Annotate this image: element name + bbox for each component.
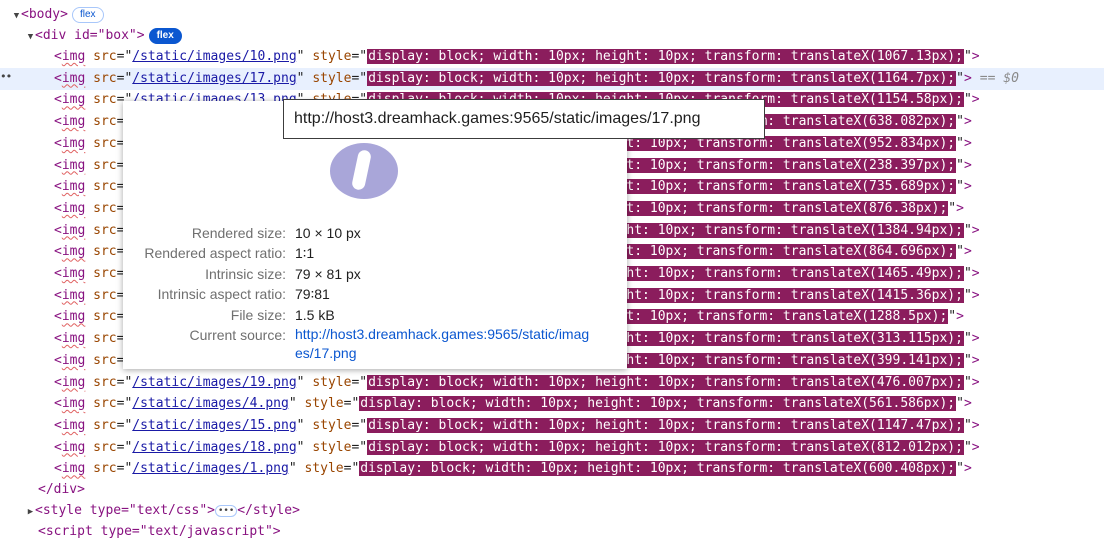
img-src-link[interactable]: /static/images/19.png [132,375,296,390]
selected-marker: == $0 [979,70,1019,86]
img-node[interactable]: <img src="/static/images/15.png" style="… [54,415,980,437]
img-node[interactable]: <img src="/static/images/4.png" style="d… [54,393,972,415]
preview-row: Intrinsic size: 79 × 81 px [205,266,361,282]
style-node[interactable]: ▶ <style type="text/css"> ••• </style> [26,500,300,522]
style-close-tag: </style> [237,503,300,518]
div-close-node[interactable]: </div> [38,479,85,501]
img-node[interactable]: <img src="/static/images/19.png" style="… [54,372,980,394]
collapse-triangle-icon[interactable]: ▶ [26,502,35,524]
url-tooltip: http://host3.dreamhack.games:9565/static… [283,99,765,139]
img-src-link[interactable]: /static/images/18.png [132,440,296,455]
style-tag: <style type="text/css"> [35,503,216,518]
expand-triangle-icon[interactable]: ▼ [26,27,35,49]
current-source-link[interactable]: http://host3.dreamhack.games:9565/static… [295,325,595,363]
script-tag: <script type="text/javascript"> [38,524,281,539]
node-menu-dots-icon[interactable]: •• [0,70,12,83]
img-node[interactable]: <img src="/static/images/1.png" style="d… [54,458,972,480]
preview-row: Rendered aspect ratio: 1∶1 [144,245,315,261]
img-src-link[interactable]: /static/images/17.png [132,71,296,86]
img-src-link[interactable]: /static/images/10.png [132,49,296,64]
inline-style-value[interactable]: display: block; width: 10px; height: 10p… [367,374,964,390]
div-close-tag: </div> [38,482,85,497]
img-src-link[interactable]: /static/images/4.png [132,396,289,411]
body-tag: <body> [21,7,68,22]
div-box-node[interactable]: ▼ <div id="box"> flex [26,25,182,47]
div-tag: <div id="box"> [35,28,145,43]
inline-style-value[interactable]: display: block; width: 10px; height: 10p… [359,461,957,477]
body-node[interactable]: ▼ <body> flex [12,4,104,26]
img-node[interactable]: <img src="/static/images/17.png" style="… [54,68,1019,90]
inline-style-value[interactable]: display: block; width: 10px; height: 10p… [367,49,964,64]
img-node[interactable]: <img src="/static/images/10.png" style="… [54,46,980,68]
img-node[interactable]: <img src="/static/images/18.png" style="… [54,437,980,459]
img-src-link[interactable]: /static/images/15.png [132,418,296,433]
flex-badge-active[interactable]: flex [148,28,182,44]
preview-source-row: Current source: http://host3.dreamhack.g… [123,325,627,361]
flex-badge[interactable]: flex [71,7,104,23]
image-preview-popup: Rendered size: 10 × 10 px Rendered aspec… [123,101,627,369]
expand-triangle-icon[interactable]: ▼ [12,6,21,28]
preview-row: Rendered size: 10 × 10 px [191,225,361,241]
image-thumbnail [330,143,398,199]
script-node[interactable]: <script type="text/javascript"> [38,521,281,543]
inline-style-value[interactable]: display: block; width: 10px; height: 10p… [359,396,957,412]
preview-row: File size: 1.5 kB [230,307,335,323]
preview-row: Intrinsic aspect ratio: 79∶81 [157,286,330,302]
inline-style-value[interactable]: display: block; width: 10px; height: 10p… [367,417,964,433]
ellipsis-icon[interactable]: ••• [215,505,238,517]
inline-style-value[interactable]: display: block; width: 10px; height: 10p… [367,70,957,86]
inline-style-value[interactable]: display: block; width: 10px; height: 10p… [367,439,964,455]
img-src-link[interactable]: /static/images/1.png [132,461,289,476]
